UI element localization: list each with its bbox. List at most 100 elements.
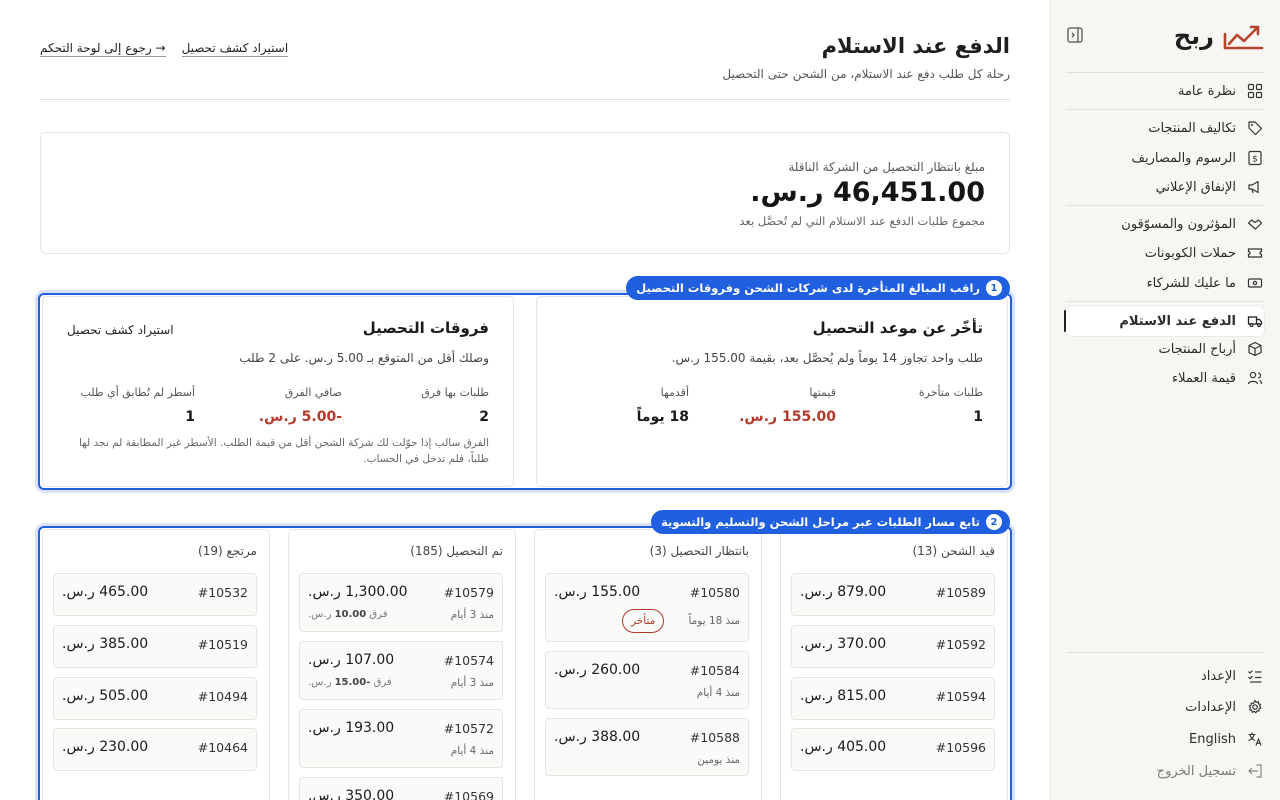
order-card[interactable]: #10596 405.00 ر.س. [791,728,995,771]
order-card[interactable]: #10519 385.00 ر.س. [53,625,257,668]
order-diff: فرق 10.00 ر.س. [308,609,388,620]
column-title: بانتظار التحصيل (3) [649,544,749,558]
order-amount: 1,300.00 ر.س. [308,584,408,600]
overdue-value-stat: قيمتها 155.00 ر.س. [696,386,836,425]
order-card[interactable]: #10572 193.00 ر.س. منذ 4 أيام [299,709,503,768]
column-in-transit: قيد الشحن (13) #10589 879.00 ر.س. #10592… [780,529,1008,800]
sidebar-item-logout[interactable]: تسجيل الخروج [1066,757,1264,785]
stat-label: قيمتها [809,386,836,399]
import-statement-button[interactable]: استيراد كشف تحصيل [67,323,174,337]
sidebar-item-setup[interactable]: الإعداد [1066,662,1264,690]
sidebar-item-customer-value[interactable]: قيمة العملاء [1066,364,1264,392]
collection-differences-panel: فروقات التحصيل استيراد كشف تحصيل وصلك أق… [42,296,514,487]
order-id: #10592 [935,637,986,652]
sidebar-item-coupons[interactable]: حملات الكوبونات [1066,239,1264,267]
collapse-sidebar-icon[interactable] [1066,26,1084,44]
stat-value: 155.00 ر.س. [739,409,836,425]
sidebar-item-label: English [1189,731,1236,747]
handshake-icon [1246,215,1264,233]
order-amount: 370.00 ر.س. [800,636,887,652]
order-id: #10574 [443,653,494,668]
nav-divider [1066,301,1264,302]
order-card[interactable]: #10574 107.00 ر.س. منذ 3 أيام فرق -15.00… [299,641,503,700]
order-card[interactable]: #10579 1,300.00 ر.س. منذ 3 أيام فرق 10.0… [299,573,503,632]
step-1-banner: 1 راقب المبالغ المتأخرة لدى شركات الشحن … [626,276,1010,300]
sidebar-item-influencers[interactable]: المؤثرون والمسوّقون [1066,210,1264,238]
pending-collection-amount: 46,451.00 ر.س. [750,177,985,208]
order-age: منذ 4 أيام [450,745,494,757]
order-amount: 505.00 ر.س. [62,688,149,704]
order-id: #10532 [197,585,248,600]
page-subtitle: رحلة كل طلب دفع عند الاستلام، من الشحن ح… [722,67,1010,81]
order-id: #10596 [935,740,986,755]
sidebar-item-ad-spend[interactable]: الإنفاق الإعلاني [1066,173,1264,201]
order-age: منذ 3 أيام [450,609,494,621]
header-actions: استيراد كشف تحصيل → رجوع إلى لوحة التحكم [40,41,289,57]
order-amount: 388.00 ر.س. [554,729,641,745]
order-id: #10580 [689,585,740,600]
order-card[interactable]: #10494 505.00 ر.س. [53,677,257,720]
receipt-icon: $ [1246,149,1264,167]
logo-chart-icon [1223,25,1264,50]
sidebar-item-label: الإنفاق الإعلاني [1155,179,1236,195]
header-divider [40,99,1010,100]
stat-value: 1 [973,409,983,425]
logo[interactable]: ربح [1066,20,1264,56]
sidebar-item-product-profits[interactable]: أرباح المنتجات [1066,335,1264,363]
sidebar-item-label: نظرة عامة [1177,83,1236,99]
order-amount: 385.00 ر.س. [62,636,149,652]
column-returned: مرتجع (19) #10532 465.00 ر.س. #10519 385… [42,529,270,800]
order-card[interactable]: #10589 879.00 ر.س. [791,573,995,616]
sidebar-item-overview[interactable]: نظرة عامة [1066,77,1264,105]
language-switch[interactable]: English [1066,725,1264,753]
order-card[interactable]: #10594 815.00 ر.س. [791,677,995,720]
differences-footnote: الفرق سالب إذا حوّلت لك شركة الشحن أقل م… [78,437,489,465]
step-banner-text: راقب المبالغ المتأخرة لدى شركات الشحن وف… [636,281,980,295]
column-collected: تم التحصيل (185) #10579 1,300.00 ر.س. من… [288,529,516,800]
order-card[interactable]: #10584 260.00 ر.س. منذ 4 أيام [545,651,749,709]
order-id: #10569 [443,789,494,800]
sidebar-item-label: الرسوم والمصاريف [1131,150,1237,166]
import-statement-link[interactable]: استيراد كشف تحصيل [181,41,289,57]
sidebar-item-settings[interactable]: الإعدادات [1066,693,1264,721]
column-title: قيد الشحن (13) [912,544,995,558]
stat-label: أسطر لم تُطابق أي طلب [80,386,195,399]
stat-label: طلبات متأخرة [918,386,983,399]
overdue-description: طلب واحد تجاوز 14 يوماً ولم يُحصَّل بعد،… [671,351,983,365]
stat-label: طلبات بها فرق [421,386,489,399]
late-badge: متأخر [622,609,665,633]
stat-label: صافي الفرق [284,386,342,399]
differences-description: وصلك أقل من المتوقع بـ 5.00 ر.س. على 2 ط… [239,351,489,365]
order-card[interactable]: #10569 350.00 ر.س. [299,777,503,800]
order-card[interactable]: #10464 230.00 ر.س. [53,728,257,771]
svg-text:$: $ [1252,155,1258,165]
box-icon [1246,340,1264,358]
sidebar-item-product-costs[interactable]: تكاليف المنتجات [1066,114,1264,142]
order-id: #10588 [689,730,740,745]
tag-icon [1246,119,1264,137]
order-amount: 193.00 ر.س. [308,720,395,736]
overdue-panel: تأخّر عن موعد التحصيل طلب واحد تجاوز 14 … [536,296,1008,487]
order-id: #10464 [197,740,248,755]
order-card[interactable]: #10580 155.00 ر.س. منذ 18 يوماً متأخر [545,573,749,642]
order-age: منذ 3 أيام [450,677,494,689]
back-to-dashboard-link[interactable]: → رجوع إلى لوحة التحكم [40,41,166,57]
sidebar-item-cod[interactable]: الدفع عند الاستلام [1064,306,1264,336]
order-card[interactable]: #10592 370.00 ر.س. [791,625,995,668]
step-number: 2 [986,514,1002,530]
order-id: #10594 [935,689,986,704]
order-id: #10579 [443,585,494,600]
pending-collection-label: مبلغ بانتظار التحصيل من الشركة الناقلة [788,160,985,174]
sidebar-item-label: الإعداد [1200,668,1236,684]
truck-icon [1246,312,1264,330]
order-card[interactable]: #10588 388.00 ر.س. منذ يومين [545,718,749,776]
order-card[interactable]: #10532 465.00 ر.س. [53,573,257,616]
nav-divider [1066,72,1264,73]
overdue-count-stat: طلبات متأخرة 1 [843,386,983,425]
stat-value: -5.00 ر.س. [258,409,342,425]
order-id: #10584 [689,663,740,678]
sidebar-item-fees[interactable]: $ الرسوم والمصاريف [1066,144,1264,172]
oldest-overdue-stat: أقدمها 18 يوماً [549,386,689,425]
sidebar-item-partners[interactable]: ما عليك للشركاء [1066,269,1264,297]
sidebar-item-label: حملات الكوبونات [1144,245,1236,261]
